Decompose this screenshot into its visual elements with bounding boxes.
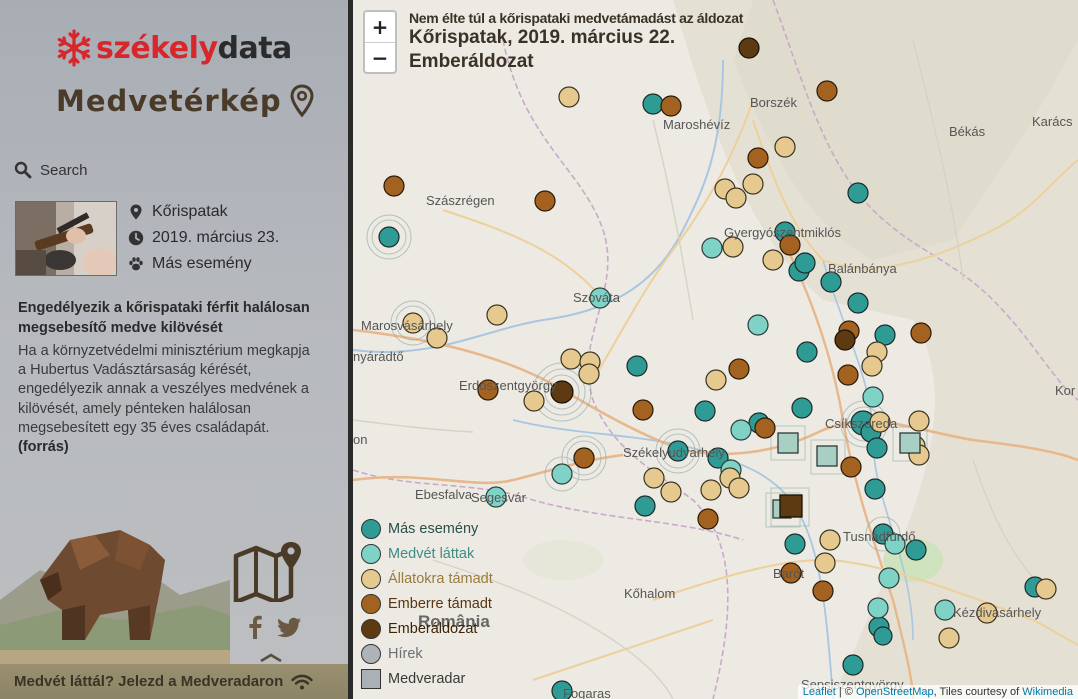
place-label: Segesvár (471, 490, 526, 505)
legend-item-emberaldozat[interactable]: Emberáldozat (361, 616, 493, 641)
event-location-row: Kőrispatak (128, 203, 228, 221)
paw-icon (129, 257, 143, 271)
logo-text-szekely: székely (96, 30, 218, 66)
legend-swatch (361, 568, 381, 589)
article-title: Engedélyezik a kőrispataki férfit halálo… (18, 300, 310, 336)
event-date: 2019. március 23. (152, 229, 280, 246)
legend-swatch (361, 643, 381, 664)
place-label: Barót (773, 566, 805, 581)
report-sighting-bar[interactable]: Medvét láttál? Jelezd a Medveradaron (0, 664, 348, 699)
bear-illustration (0, 530, 230, 670)
legend-label: Más esemény (388, 520, 479, 537)
map-legend: Más esemény Medvét láttak Állatokra táma… (361, 516, 493, 691)
place-label: Marosvásárhely (361, 318, 453, 333)
bear-hunter-photo-icon (16, 202, 116, 275)
legend-item-emberre-tamadt[interactable]: Emberre támadt (361, 591, 493, 616)
legend-item-allatokra-tamadt[interactable]: Állatokra támadt (361, 566, 493, 591)
place-label: Csíkszereda (825, 416, 898, 431)
place-label: Fogaras (563, 686, 611, 699)
headline-location-date: Kőrispatak, 2019. március 22. (409, 27, 676, 48)
legend-item-hirek[interactable]: Hírek (361, 641, 493, 666)
zoom-in-button[interactable]: + (365, 12, 395, 42)
leaflet-link[interactable]: Leaflet (803, 686, 836, 698)
headline-top[interactable]: Nem élte túl a kőrispataki medvetámadást… (409, 10, 743, 26)
place-label: Tusnádfürdő (843, 529, 916, 544)
legend-swatch (361, 593, 381, 614)
event-type-row: Más esemény (128, 255, 252, 273)
map-attribution: Leaflet | © OpenStreetMap, Tiles courtes… (797, 685, 1078, 699)
legend-label: Emberáldozat (388, 620, 478, 637)
place-label: on (353, 432, 368, 447)
zoom-out-button[interactable]: − (365, 42, 395, 72)
place-label: Székelyudvarhely (623, 445, 725, 460)
legend-swatch (361, 668, 381, 689)
app-title: Medvetérkép (56, 84, 314, 118)
event-date-row: 2019. március 23. (128, 229, 279, 247)
legend-label: Medveradar (388, 670, 466, 687)
legend-swatch (361, 543, 381, 564)
legend-label: Állatokra támadt (388, 570, 493, 587)
map-fold-icon[interactable] (233, 540, 309, 602)
place-label: Karács (1032, 114, 1073, 129)
openstreetmap-link[interactable]: OpenStreetMap (856, 686, 934, 698)
map-pin-icon (290, 84, 314, 118)
legend-swatch (361, 518, 381, 539)
place-label: nyárádtő (353, 349, 404, 364)
report-sighting-label[interactable]: Medvét láttál? Jelezd a Medveradaron (14, 673, 283, 690)
legend-label: Hírek (388, 645, 423, 662)
place-label: Maroshévíz (663, 117, 731, 132)
app-title-text: Medvetérkép (56, 84, 282, 118)
legend-label: Medvét láttak (388, 545, 475, 562)
event-photo[interactable] (15, 201, 117, 276)
legend-item-mas-esemeny[interactable]: Más esemény (361, 516, 493, 541)
place-label: Kor (1055, 383, 1076, 398)
article-source-link[interactable]: (forrás) (18, 439, 69, 455)
legend-item-medveradar[interactable]: Medveradar (361, 666, 493, 691)
twitter-icon[interactable] (277, 614, 303, 640)
place-label: Szászrégen (426, 193, 495, 208)
wifi-icon (291, 674, 313, 689)
article-body-text: Ha a környzetvédelmi minisztérium megkap… (18, 343, 310, 436)
place-label: Balánbánya (828, 261, 897, 276)
location-pin-icon (130, 204, 142, 220)
event-type: Más esemény (152, 255, 252, 272)
place-label: Szováta (573, 290, 620, 305)
legend-label: Emberre támadt (388, 595, 492, 612)
attribution-separator: | © (835, 686, 856, 698)
logo-text-data: data (217, 30, 293, 66)
place-label: Békás (949, 124, 986, 139)
attribution-tiles-text: , Tiles courtesy of (933, 686, 1023, 698)
map-headline[interactable]: Nem élte túl a kőrispataki medvetámadást… (409, 10, 743, 74)
place-label: Borszék (750, 95, 797, 110)
event-location: Kőrispatak (152, 203, 228, 220)
search-bar[interactable] (14, 158, 332, 182)
map-view[interactable]: Borszék Maroshévíz Békás Karács Szászrég… (353, 0, 1078, 699)
zoom-control: + − (363, 10, 397, 74)
szekelydata-logo[interactable]: székelydata (54, 26, 292, 70)
place-label: Ebesfalva (415, 487, 473, 502)
place-label: Kőhalom (624, 586, 676, 601)
snowflake-icon (57, 29, 91, 67)
search-icon (14, 161, 32, 179)
sidebar: székelydata Medvetérkép Search Kőrispata… (0, 0, 348, 699)
legend-item-medvet-lattak[interactable]: Medvét láttak (361, 541, 493, 566)
search-input[interactable] (40, 161, 320, 179)
headline-category: Emberáldozat (409, 51, 534, 72)
place-label: Erdőszentgyörgy (459, 378, 557, 393)
place-label: Kézdivásárhely (953, 605, 1042, 620)
chevron-up-icon[interactable] (258, 652, 284, 662)
legend-swatch (361, 618, 381, 639)
facebook-icon[interactable] (242, 614, 268, 640)
place-label: Gyergyószentmiklós (724, 225, 842, 240)
article-body: Ha a környzetvédelmi minisztérium megkap… (18, 342, 318, 457)
wikimedia-link[interactable]: Wikimedia (1022, 686, 1073, 698)
clock-icon (128, 230, 144, 246)
